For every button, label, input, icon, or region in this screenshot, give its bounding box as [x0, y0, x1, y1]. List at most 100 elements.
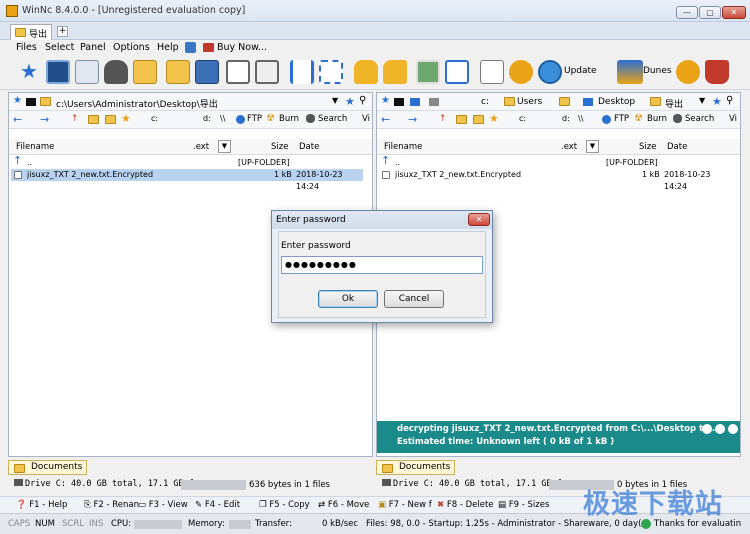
split-panel-icon[interactable]: [290, 60, 314, 84]
search-icon[interactable]: ⚲: [726, 95, 733, 106]
desktop-folder-icon[interactable]: [473, 115, 484, 124]
drive-c-item[interactable]: c:: [519, 114, 526, 123]
right-address-bar[interactable]: ★ c: Users Desktop 导出 ▼ ★ ⚲: [377, 93, 740, 111]
tab-export[interactable]: 导出: [10, 24, 53, 40]
unlock-icon[interactable]: [383, 60, 407, 84]
folder-network-icon[interactable]: [166, 60, 190, 84]
f5-copy-button[interactable]: ❐ F5 - Copy: [259, 500, 310, 510]
favorites-star-icon[interactable]: ★: [17, 60, 41, 84]
bug-icon[interactable]: [509, 60, 533, 84]
folder-refresh-icon[interactable]: [133, 60, 157, 84]
desktop-folder-icon[interactable]: [105, 115, 116, 124]
drive-c-item[interactable]: c:: [151, 114, 158, 123]
filter-dropdown[interactable]: ▼: [218, 140, 231, 153]
forward-arrow-icon[interactable]: →: [40, 113, 49, 126]
f2-rename-button[interactable]: ⎘ F2 - Renan: [84, 500, 139, 510]
up-folder-icon[interactable]: ↑: [71, 114, 79, 124]
header-date[interactable]: Date: [667, 142, 687, 152]
dunes-icon[interactable]: [617, 60, 643, 84]
f7-new-folder-button[interactable]: ▣ F7 - New f: [378, 500, 432, 510]
burn-button[interactable]: Burn: [279, 114, 299, 124]
filter-dropdown[interactable]: ▼: [586, 140, 599, 153]
home-folder-icon[interactable]: [456, 115, 467, 124]
table-row[interactable]: jisuxz_TXT 2_new.txt.Encrypted 1 kB 2018…: [379, 169, 731, 191]
compare-icon[interactable]: [319, 60, 343, 84]
add-tab-button[interactable]: +: [57, 26, 68, 37]
ftp-button[interactable]: FTP: [247, 114, 262, 124]
menu-help[interactable]: Help: [157, 42, 179, 53]
f4-edit-button[interactable]: ✎ F4 - Edit: [195, 500, 240, 510]
maximize-button[interactable]: ▢: [699, 6, 721, 19]
password-input[interactable]: ●●●●●●●●●: [281, 256, 483, 274]
binoculars-icon[interactable]: [104, 60, 128, 84]
bookmark-star-icon[interactable]: ★: [489, 112, 499, 125]
console-icon[interactable]: [394, 98, 404, 106]
home-folder-icon[interactable]: [88, 115, 99, 124]
header-filename[interactable]: Filename: [16, 142, 54, 152]
menu-panel[interactable]: Panel: [80, 42, 106, 53]
path-part-desktop[interactable]: Desktop: [598, 97, 635, 107]
path-part-export[interactable]: 导出: [665, 97, 683, 110]
path-part-users[interactable]: Users: [517, 97, 542, 107]
console-icon[interactable]: [26, 98, 36, 106]
minimize-button[interactable]: —: [676, 6, 698, 19]
menu-buy-now[interactable]: Buy Now...: [217, 42, 267, 53]
bookmark-star-icon[interactable]: ★: [121, 112, 131, 125]
bug-report-icon[interactable]: [676, 60, 700, 84]
info-icon[interactable]: [715, 424, 725, 434]
f1-help-button[interactable]: ❓ F1 - Help: [16, 500, 67, 510]
burn-button[interactable]: Burn: [647, 114, 667, 124]
properties-icon[interactable]: [75, 60, 99, 84]
left-path[interactable]: c:\Users\Administrator\Desktop\导出: [56, 97, 218, 110]
f8-delete-button[interactable]: ✖ F8 - Delete: [437, 500, 494, 510]
search-button[interactable]: Search: [685, 114, 714, 124]
pause-icon[interactable]: [702, 424, 712, 434]
viewer-button[interactable]: Vi: [729, 114, 737, 124]
table-row[interactable]: jisuxz_TXT 2_new.txt.Encrypted 1 kB 2018…: [11, 169, 363, 191]
search-button[interactable]: Search: [318, 114, 347, 124]
favorite-star-icon[interactable]: ★: [345, 95, 355, 108]
drive-d-item[interactable]: d:: [562, 114, 570, 123]
header-ext[interactable]: .ext: [193, 142, 209, 152]
f3-view-button[interactable]: ▭ F3 - View: [138, 500, 188, 510]
command-prompt-icon[interactable]: [46, 60, 70, 84]
viewer-button[interactable]: Vi: [362, 114, 370, 124]
network-item[interactable]: \\: [220, 114, 225, 123]
edit-icon[interactable]: [480, 60, 504, 84]
dunes-label[interactable]: Dunes: [643, 66, 672, 76]
network-drive-icon[interactable]: [195, 60, 219, 84]
up-folder-icon[interactable]: ↑: [439, 114, 447, 124]
ftp-button[interactable]: FTP: [614, 114, 629, 124]
chevron-down-icon[interactable]: ▼: [699, 96, 705, 105]
back-arrow-icon[interactable]: ←: [381, 113, 390, 126]
cancel-button[interactable]: Cancel: [384, 290, 444, 308]
drive-icon[interactable]: [429, 98, 439, 106]
header-date[interactable]: Date: [299, 142, 319, 152]
cancel-icon[interactable]: [728, 424, 738, 434]
f6-move-button[interactable]: ⇄ F6 - Move: [318, 500, 369, 510]
image-viewer-icon[interactable]: [416, 60, 440, 84]
close-button[interactable]: ✕: [722, 6, 746, 19]
table-row[interactable]: ↑ .. [UP-FOLDER]: [377, 155, 740, 169]
pin-star-icon[interactable]: ★: [381, 95, 390, 106]
update-label[interactable]: Update: [564, 66, 597, 76]
dialog-close-button[interactable]: ✕: [468, 213, 490, 226]
archive-icon[interactable]: [226, 60, 250, 84]
f9-sizes-button[interactable]: ▤ F9 - Sizes: [498, 500, 549, 510]
header-size[interactable]: Size: [639, 142, 656, 152]
favorite-star-icon[interactable]: ★: [712, 95, 722, 108]
computer-icon[interactable]: [410, 98, 420, 106]
menu-options[interactable]: Options: [113, 42, 150, 53]
drive-d-item[interactable]: d:: [203, 114, 211, 123]
menu-files[interactable]: Files: [16, 42, 37, 53]
header-size[interactable]: Size: [271, 142, 288, 152]
menu-select[interactable]: Select: [45, 42, 74, 53]
right-documents-tab[interactable]: Documents: [376, 460, 456, 475]
path-part-drive[interactable]: c:: [481, 97, 489, 107]
table-row[interactable]: ↑ .. [UP-FOLDER]: [9, 155, 372, 169]
extract-icon[interactable]: [255, 60, 279, 84]
play-icon[interactable]: [445, 60, 469, 84]
network-item[interactable]: \\: [578, 114, 583, 123]
left-address-bar[interactable]: ★ c:\Users\Administrator\Desktop\导出 ▼ ★ …: [9, 93, 372, 111]
shopping-basket-icon[interactable]: [705, 60, 729, 84]
